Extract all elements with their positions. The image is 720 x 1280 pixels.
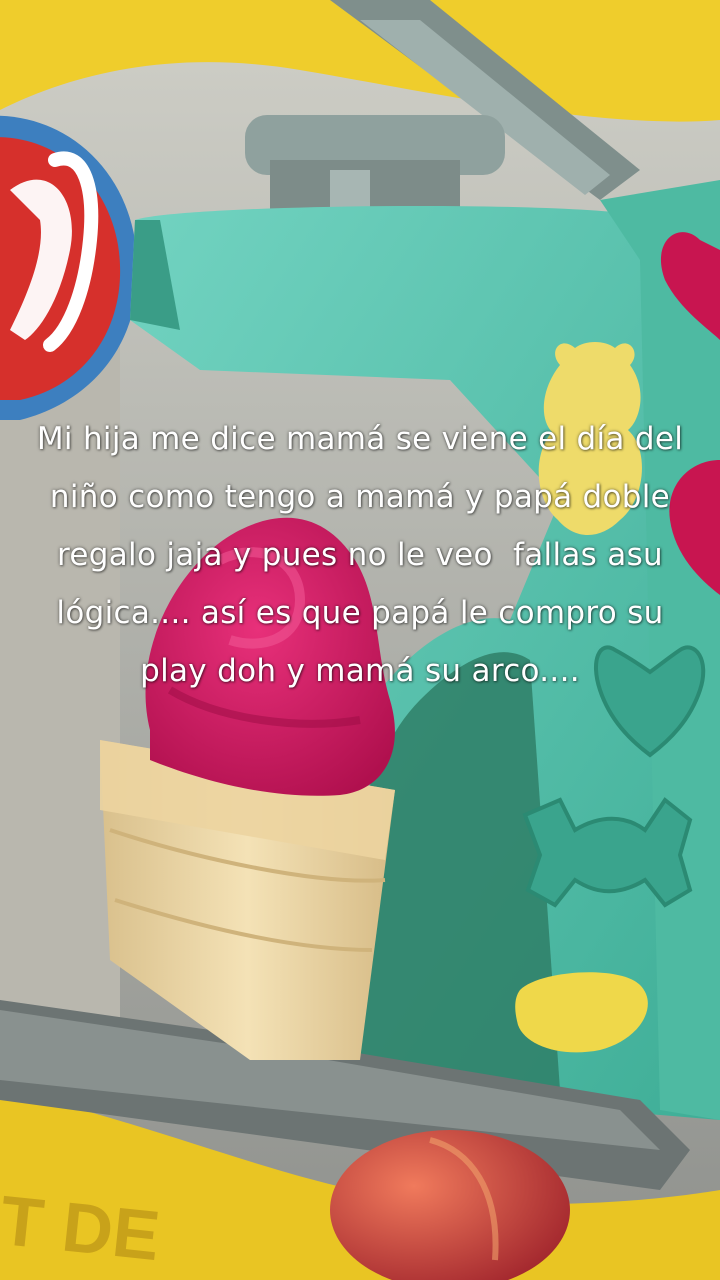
box-print-text: T DE [0,1181,163,1275]
photo-frame: T DE Mi hija me dice mamá se viene el dí… [0,0,720,1280]
video-caption: Mi hija me dice mamá se viene el día del… [36,421,694,689]
